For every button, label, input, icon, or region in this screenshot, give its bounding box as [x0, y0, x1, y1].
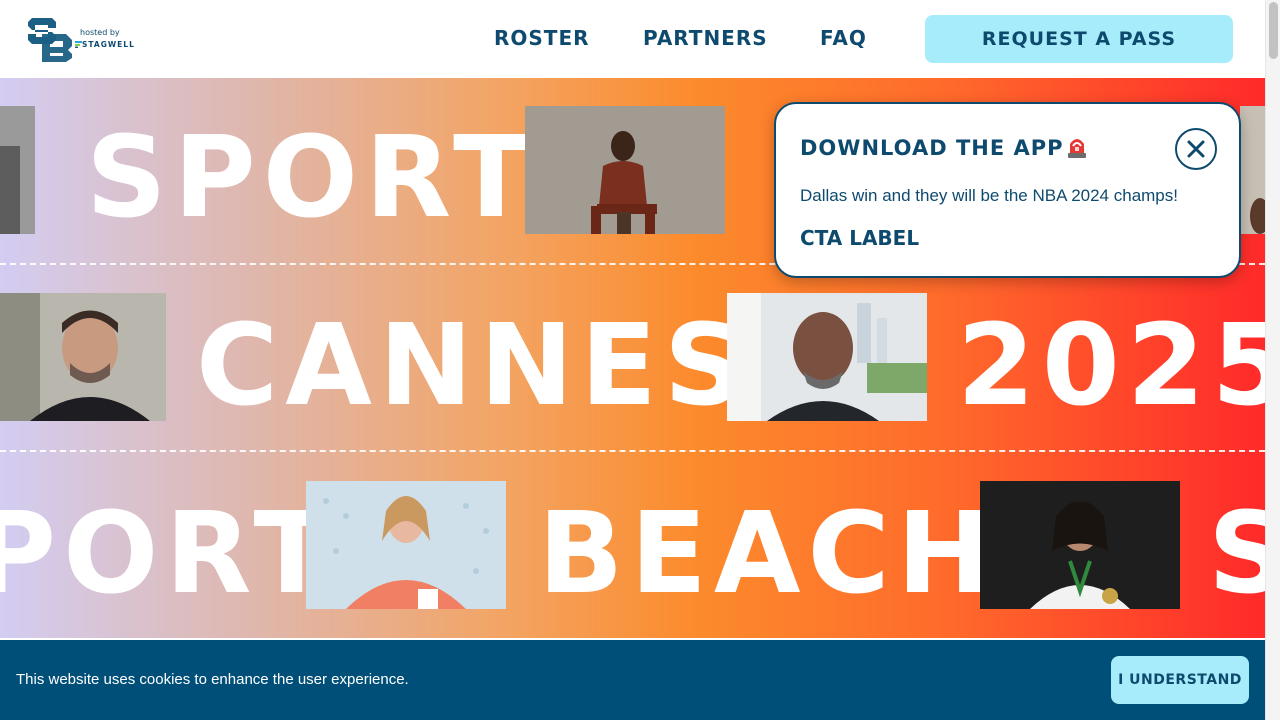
hosted-by-label: hosted by	[80, 28, 120, 37]
popup-message: Dallas win and they will be the NBA 2024…	[800, 186, 1178, 205]
siren-icon	[1068, 139, 1086, 158]
athlete-photo	[727, 293, 927, 421]
stagwell-mark-icon	[75, 41, 82, 48]
hero-word-beach: BEACH	[538, 489, 998, 619]
divider	[0, 450, 1265, 452]
accept-cookies-button[interactable]: I UNDERSTAND	[1111, 656, 1249, 704]
hero-word-sport: SPORT	[86, 113, 537, 243]
hero-word-cannes: CANNES	[196, 301, 752, 431]
cookie-consent-bar: This website uses cookies to enhance the…	[0, 640, 1265, 720]
nav-roster[interactable]: ROSTER	[494, 26, 590, 50]
athlete-photo	[1240, 106, 1265, 234]
athlete-photo	[525, 106, 725, 234]
popup-cta-link[interactable]: CTA LABEL	[800, 226, 919, 250]
stagwell-wordmark: STAGWELL	[82, 40, 135, 49]
cookie-message: This website uses cookies to enhance the…	[16, 671, 409, 688]
popup-title: DOWNLOAD THE APP	[800, 136, 1064, 160]
close-popup-button[interactable]	[1175, 128, 1217, 170]
athlete-photo	[0, 106, 35, 234]
hero-word-port: PORT	[0, 489, 337, 619]
nav-faq[interactable]: FAQ	[820, 26, 867, 50]
page-scrollbar[interactable]	[1265, 0, 1280, 720]
nav-partners[interactable]: PARTNERS	[643, 26, 768, 50]
request-pass-button[interactable]: REQUEST A PASS	[925, 15, 1233, 63]
site-header: hosted by STAGWELL ROSTER PARTNERS FAQ R…	[0, 0, 1265, 78]
site-logo[interactable]: hosted by STAGWELL	[26, 14, 148, 64]
athlete-photo	[980, 481, 1180, 609]
close-icon	[1187, 140, 1205, 158]
hero-word-s: S	[1208, 489, 1265, 619]
scrollbar-thumb[interactable]	[1269, 2, 1278, 59]
download-app-popup: DOWNLOAD THE APP Dallas win and they wil…	[774, 102, 1241, 278]
athlete-photo	[0, 293, 166, 421]
hero-word-2025: 2025	[957, 301, 1265, 431]
athlete-photo	[306, 481, 506, 609]
sb-logo-icon	[28, 18, 72, 62]
